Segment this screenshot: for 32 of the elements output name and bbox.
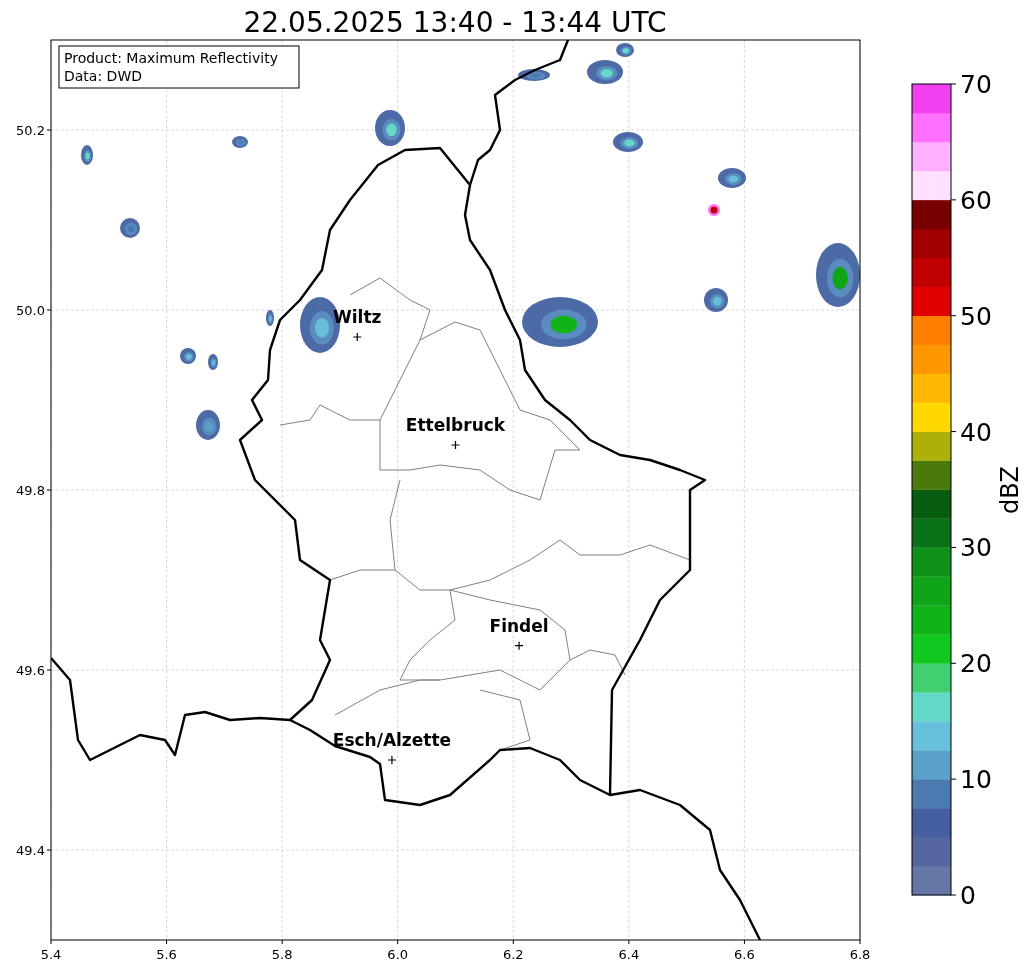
- x-tick-label: 5.8: [271, 947, 293, 962]
- x-tick-label: 6.0: [387, 947, 409, 962]
- x-tick-label: 5.6: [156, 947, 177, 962]
- y-tick-label: 50.2: [16, 123, 45, 138]
- colorbar-tick-label: 60: [960, 185, 992, 215]
- colorbar-tick-label: 10: [960, 765, 992, 795]
- colorbar-tick-label: 40: [960, 417, 992, 447]
- x-tick-label: 6.2: [502, 947, 524, 962]
- y-tick-label: 49.4: [16, 843, 45, 858]
- x-tick-label: 6.8: [849, 947, 871, 962]
- colorbar-tick-label: 0: [960, 881, 976, 910]
- y-tick-label: 49.6: [16, 663, 45, 678]
- city-marker: [387, 755, 397, 765]
- city-marker: [450, 440, 461, 450]
- x-tick-label: 5.4: [40, 947, 62, 962]
- info-text: Product: Maximum Reflectivity: [64, 50, 278, 66]
- colorbar-tick-label: 20: [960, 649, 992, 679]
- y-tick-label: 49.8: [16, 483, 45, 498]
- x-tick-label: 6.6: [734, 947, 755, 962]
- colorbar-tick-label: 70: [960, 70, 992, 99]
- y-tick-label: 50.0: [16, 303, 45, 318]
- info-text: Data: DWD: [64, 68, 142, 84]
- city-marker: [352, 332, 362, 342]
- city-label: Esch/Alzette: [332, 730, 452, 750]
- city-label: Findel: [489, 615, 549, 636]
- colorbar-label: dBZ: [996, 465, 1024, 515]
- chart-title: 22.05.2025 13:40 - 13:44 UTC: [243, 6, 667, 39]
- city-marker: [514, 641, 524, 651]
- colorbar-tick-label: 50: [960, 301, 992, 331]
- x-tick-label: 6.4: [618, 947, 640, 962]
- colorbar-tick-label: 30: [960, 533, 992, 563]
- city-label: Ettelbruck: [405, 415, 506, 435]
